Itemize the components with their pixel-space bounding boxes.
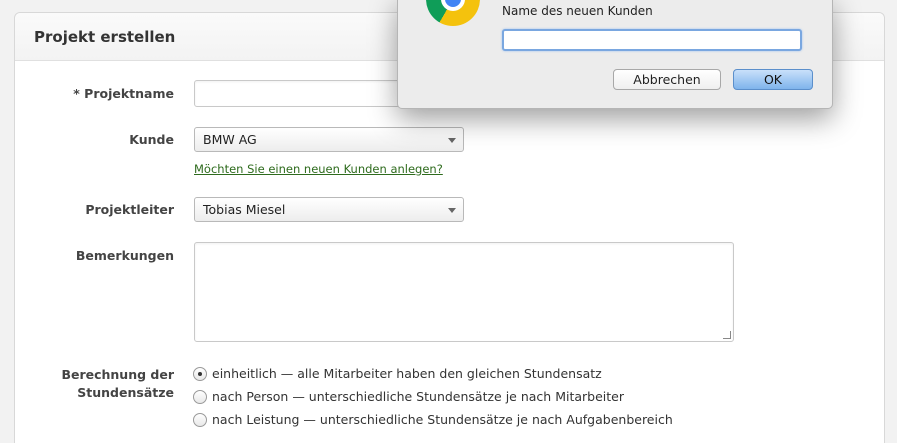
customer-select[interactable]: BMW AG [194, 127, 464, 152]
rates-label-line2: Stundensätze [77, 385, 174, 400]
project-lead-select[interactable]: Tobias Miesel [194, 197, 464, 222]
ok-button[interactable]: OK [733, 69, 813, 90]
new-customer-name-input[interactable] [502, 29, 802, 51]
resize-handle-icon[interactable] [723, 331, 731, 339]
remarks-textarea[interactable] [194, 242, 734, 342]
project-name-label: * Projektname [73, 86, 174, 101]
chevron-down-icon [448, 138, 456, 143]
radio-checked-icon[interactable] [193, 366, 207, 381]
chrome-logo-icon [426, 0, 480, 26]
rate-option-service[interactable]: nach Leistung — unterschiedliche Stunden… [193, 412, 673, 427]
radio-unchecked-icon[interactable] [193, 389, 207, 404]
rates-label-line1: Berechnung der [61, 367, 174, 382]
chevron-down-icon [448, 208, 456, 213]
project-lead-select-value: Tobias Miesel [203, 202, 286, 217]
rate-option-uniform[interactable]: einheitlich — alle Mitarbeiter haben den… [193, 366, 602, 381]
customer-select-value: BMW AG [203, 132, 257, 147]
rate-option-label: einheitlich — alle Mitarbeiter haben den… [212, 366, 602, 381]
radio-unchecked-icon[interactable] [193, 412, 207, 427]
dialog-message: Name des neuen Kunden [502, 4, 653, 18]
new-customer-link[interactable]: Möchten Sie einen neuen Kunden anlegen? [194, 162, 443, 176]
rate-option-person[interactable]: nach Person — unterschiedliche Stundensä… [193, 389, 624, 404]
cancel-button[interactable]: Abbrechen [613, 69, 721, 90]
prompt-dialog: Name des neuen Kunden Abbrechen OK [397, 0, 833, 109]
rates-label: Berechnung der Stundensätze [14, 366, 174, 402]
rate-option-label: nach Person — unterschiedliche Stundensä… [212, 389, 624, 404]
project-lead-label: Projektleiter [85, 202, 174, 217]
rate-option-label: nach Leistung — unterschiedliche Stunden… [212, 412, 673, 427]
customer-label: Kunde [129, 132, 174, 147]
remarks-label: Bemerkungen [75, 248, 174, 263]
